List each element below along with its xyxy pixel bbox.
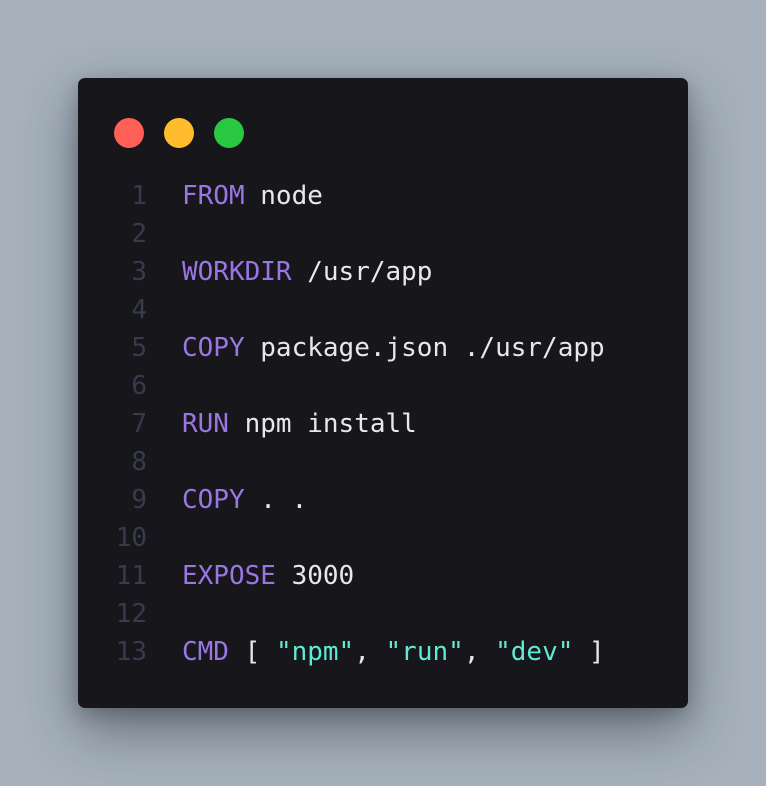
keyword: FROM (182, 181, 245, 211)
code-line: 11 EXPOSE 3000 (78, 557, 688, 595)
keyword: COPY (182, 485, 245, 515)
line-content: FROM node (182, 177, 323, 215)
code-line: 1 FROM node (78, 177, 688, 215)
separator: , (354, 637, 386, 667)
line-content: RUN npm install (182, 405, 417, 443)
keyword: COPY (182, 333, 245, 363)
keyword: WORKDIR (182, 257, 292, 287)
code-line: 5 COPY package.json ./usr/app (78, 329, 688, 367)
code-window: 1 FROM node 2 3 WORKDIR /usr/app 4 5 COP… (78, 78, 688, 708)
code-line: 4 (78, 291, 688, 329)
bracket-open: [ (228, 637, 276, 667)
code-text: node (244, 181, 323, 211)
code-line: 12 (78, 595, 688, 633)
line-content: CMD [ "npm", "run", "dev" ] (182, 633, 605, 671)
code-line: 3 WORKDIR /usr/app (78, 253, 688, 291)
line-content: COPY package.json ./usr/app (182, 329, 605, 367)
code-line: 6 (78, 367, 688, 405)
line-content: WORKDIR /usr/app (182, 253, 432, 291)
code-text: /usr/app (291, 257, 433, 287)
keyword: CMD (182, 637, 229, 667)
line-number: 8 (131, 447, 147, 477)
line-number: 10 (115, 523, 147, 553)
line-number: 12 (115, 599, 147, 629)
line-number: 1 (131, 181, 147, 211)
code-text: npm install (228, 409, 417, 439)
bracket-close: ] (573, 637, 605, 667)
code-text: . . (244, 485, 308, 515)
string-literal: "dev" (495, 637, 574, 667)
code-line: 2 (78, 215, 688, 253)
close-dot-icon[interactable] (114, 118, 144, 148)
line-number: 4 (131, 295, 147, 325)
line-content: EXPOSE 3000 (182, 557, 354, 595)
keyword: EXPOSE (182, 561, 276, 591)
line-number: 7 (131, 409, 147, 439)
code-line: 7 RUN npm install (78, 405, 688, 443)
code-block: 1 FROM node 2 3 WORKDIR /usr/app 4 5 COP… (78, 177, 688, 671)
separator: , (463, 637, 496, 667)
code-line: 9 COPY . . (78, 481, 688, 519)
line-content: COPY . . (182, 481, 307, 519)
code-text: package.json ./usr/app (244, 333, 605, 363)
line-number: 3 (131, 257, 147, 287)
string-literal: "npm" (275, 637, 355, 667)
minimize-dot-icon[interactable] (164, 118, 194, 148)
code-text: 3000 (275, 561, 355, 591)
keyword: RUN (182, 409, 229, 439)
maximize-dot-icon[interactable] (214, 118, 244, 148)
line-number: 11 (115, 561, 147, 591)
line-number: 13 (115, 637, 147, 667)
line-number: 9 (131, 485, 147, 515)
line-number: 5 (131, 333, 147, 363)
line-number: 6 (131, 371, 147, 401)
code-line: 13 CMD [ "npm", "run", "dev" ] (78, 633, 688, 671)
code-line: 8 (78, 443, 688, 481)
code-line: 10 (78, 519, 688, 557)
string-literal: "run" (385, 637, 464, 667)
line-number: 2 (131, 219, 147, 249)
